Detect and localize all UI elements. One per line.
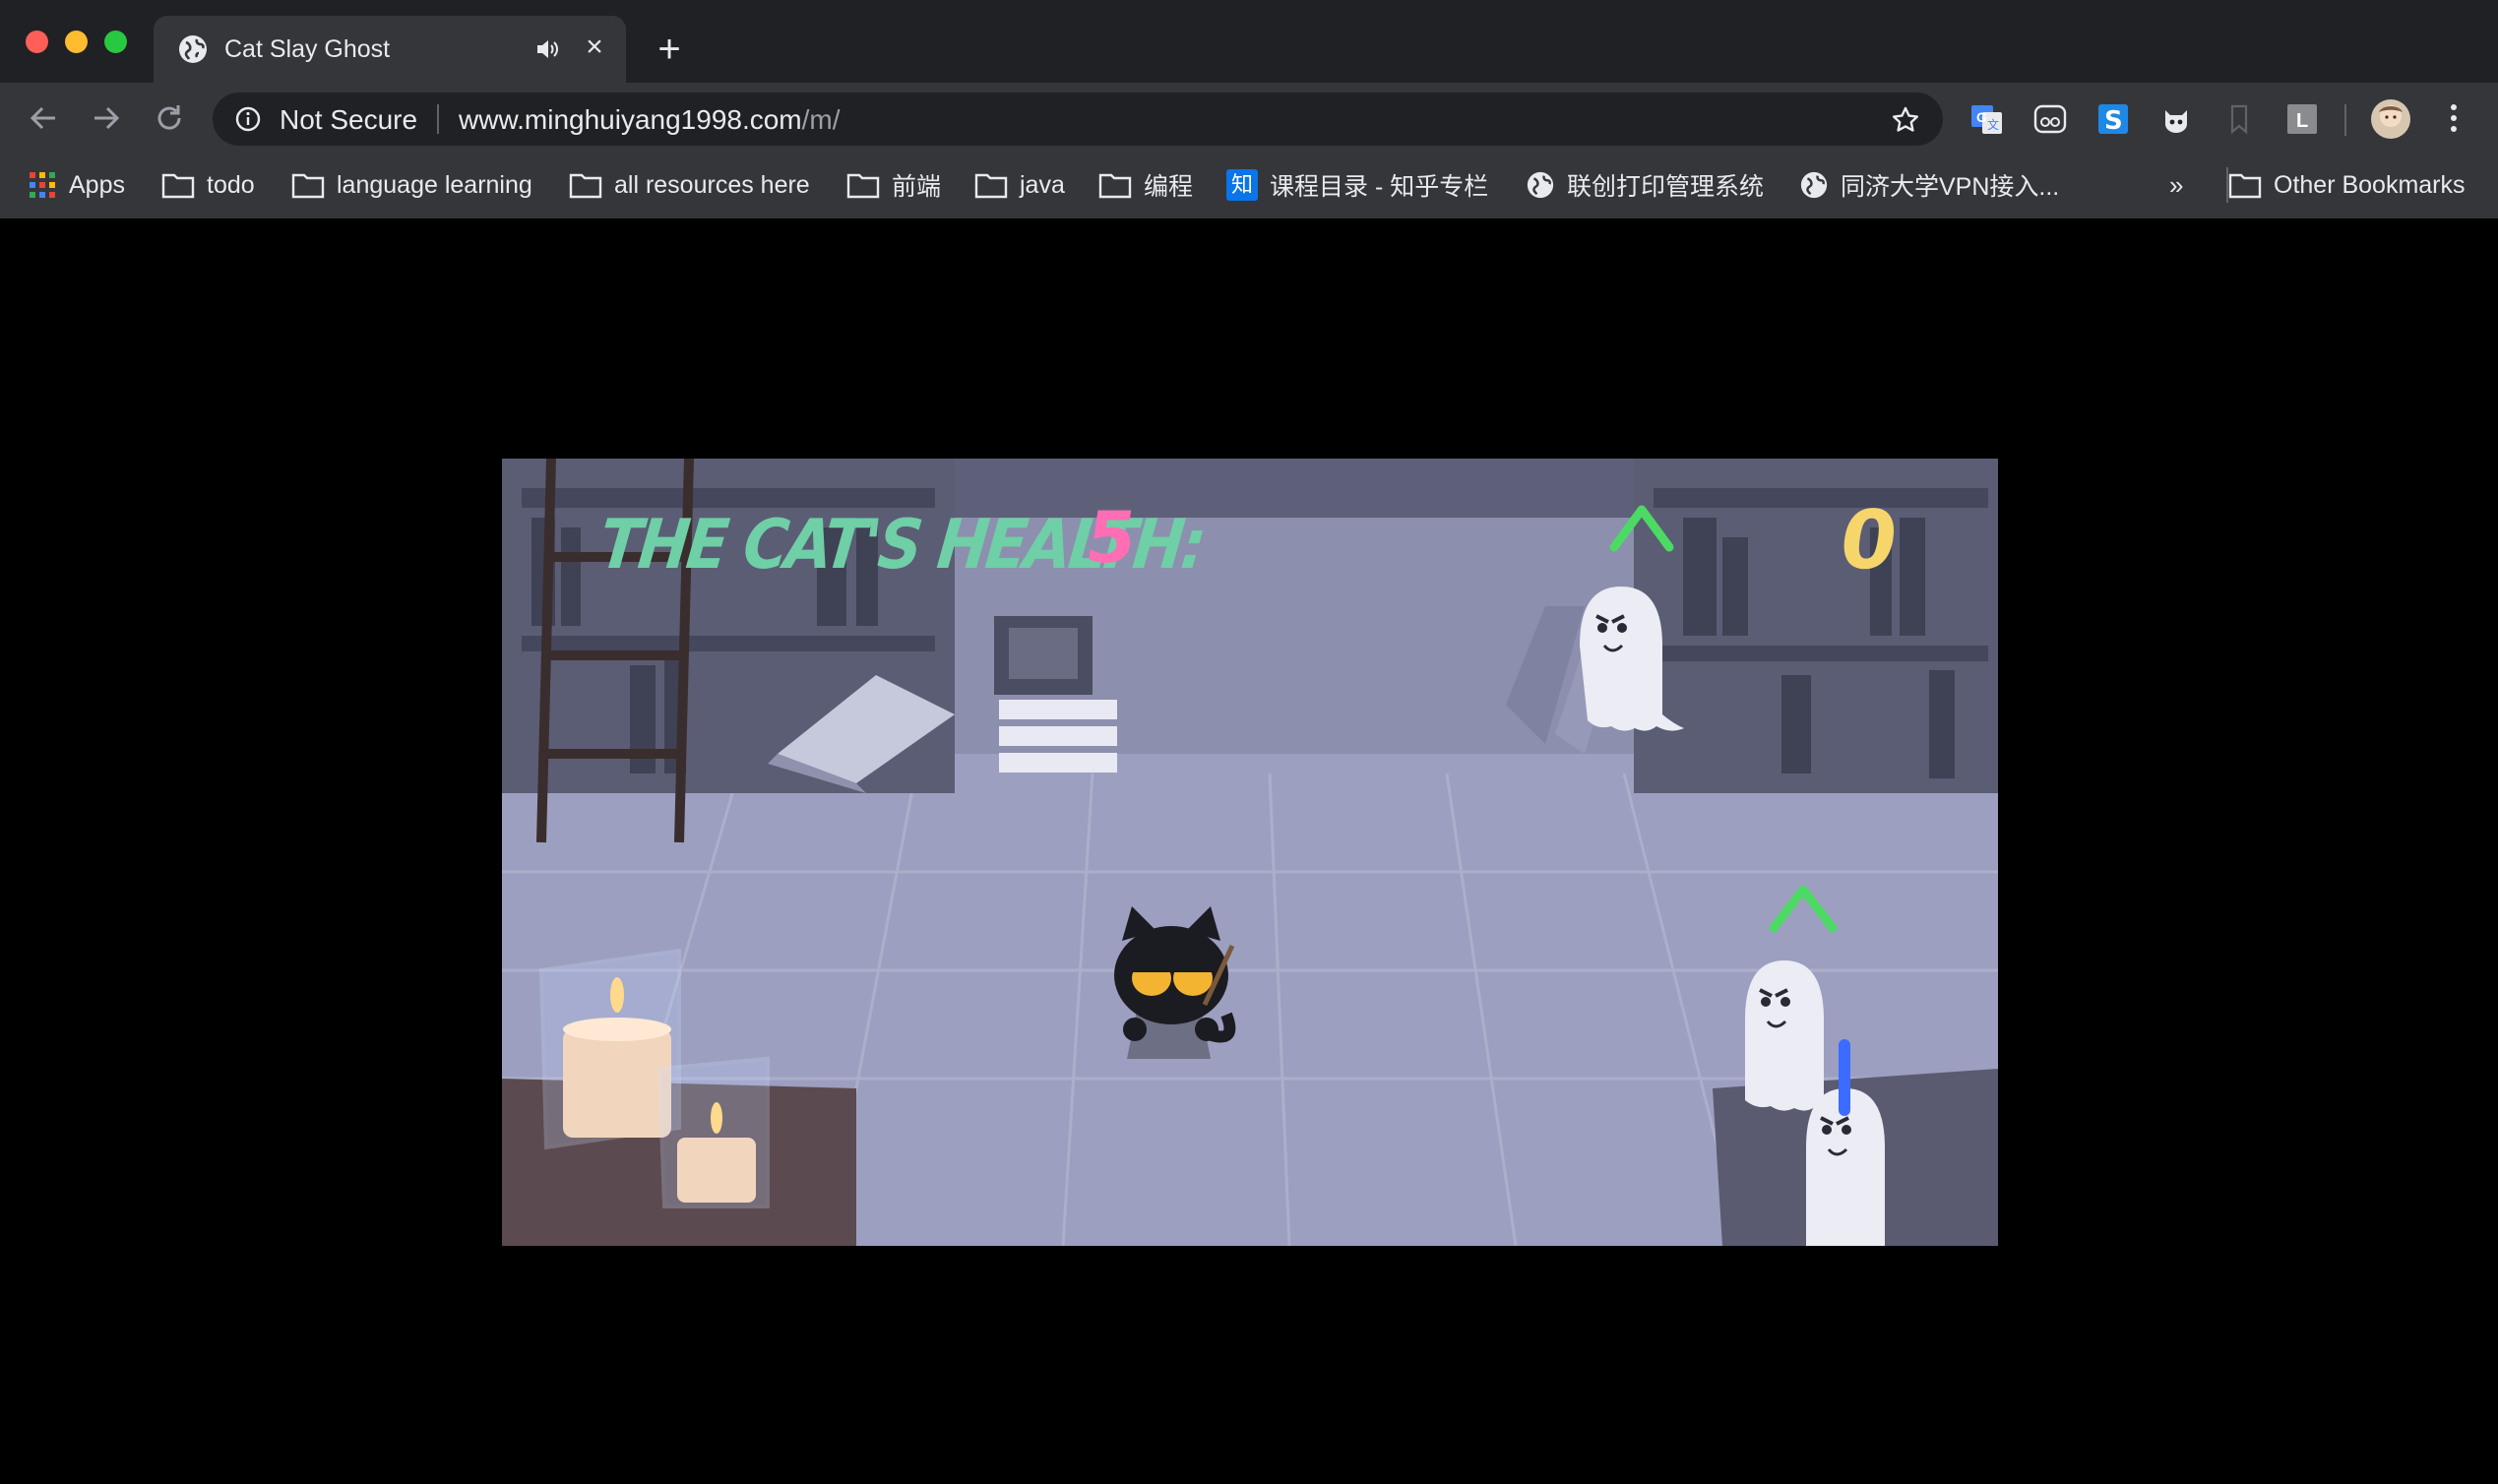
bookmark-folder-programming[interactable]: 编程	[1098, 165, 1193, 205]
eyes-icon[interactable]	[2033, 102, 2067, 136]
bookmark-label: all resources here	[614, 170, 810, 199]
maximize-window-button[interactable]	[104, 31, 127, 53]
url-host: www.minghuiyang1998.com	[459, 104, 802, 135]
svg-text:S: S	[2104, 106, 2123, 136]
google-translate-icon[interactable]: G 文	[1970, 102, 2004, 136]
s-icon[interactable]: S	[2096, 102, 2130, 136]
bookmark-print-system[interactable]: 联创打印管理系统	[1526, 165, 1764, 205]
folder-icon	[1098, 173, 1132, 199]
game-canvas[interactable]: THE CAT'S HEALTH: 5 0	[502, 459, 1998, 1246]
bookmark-label: language learning	[337, 170, 532, 199]
bookmark-folder-todo[interactable]: todo	[161, 165, 255, 205]
tab-close-icon[interactable]: ×	[579, 31, 610, 63]
bookmark-apps[interactable]: Apps	[28, 165, 125, 205]
bookmark-label: 前端	[892, 173, 942, 201]
close-window-button[interactable]	[26, 31, 48, 53]
address-bar[interactable]: Not Secure www.minghuiyang1998.com/m/	[213, 93, 1943, 146]
folder-icon	[974, 173, 1008, 199]
bookmark-label: 课程目录 - 知乎专栏	[1270, 173, 1489, 201]
bookmark-folder-language-learning[interactable]: language learning	[291, 165, 532, 205]
bookmark-label: todo	[207, 170, 255, 199]
bookmark-label: 联创打印管理系统	[1567, 173, 1765, 201]
avatar[interactable]	[2370, 98, 2411, 140]
address-separator	[437, 104, 439, 134]
bookmark-folder-frontend[interactable]: 前端	[846, 165, 941, 205]
folder-icon	[161, 173, 195, 199]
more-menu-icon[interactable]	[2439, 100, 2468, 136]
globe-icon	[1527, 171, 1554, 199]
bookmark-label: java	[1020, 170, 1065, 199]
svg-text:L: L	[2296, 110, 2308, 132]
bookmark-folder-all-resources[interactable]: all resources here	[569, 165, 810, 205]
bookmark-star-icon[interactable]	[1890, 104, 1921, 136]
info-icon[interactable]	[234, 105, 262, 133]
folder-icon	[291, 173, 325, 199]
bookmark-tongji-vpn[interactable]: 同济大学VPN接入...	[1799, 165, 2059, 205]
bookmark-label: Other Bookmarks	[2274, 170, 2466, 199]
bookmark-folder-java[interactable]: java	[974, 165, 1065, 205]
svg-text:文: 文	[1987, 117, 1999, 132]
chevron-double-right-icon: »	[2169, 169, 2184, 200]
apps-grid-icon	[30, 172, 55, 198]
security-status[interactable]: Not Secure	[280, 104, 417, 136]
bookmark-zhihu-course[interactable]: 知 课程目录 - 知乎专栏	[1226, 165, 1488, 205]
toolbar-separator	[2344, 104, 2346, 136]
back-arrow-icon[interactable]	[24, 98, 63, 138]
url-text[interactable]: www.minghuiyang1998.com/m/	[459, 104, 841, 136]
bookmark-label: 同济大学VPN接入...	[1841, 173, 2060, 201]
l-icon[interactable]: L	[2285, 102, 2319, 136]
folder-icon	[846, 173, 880, 199]
browser-chrome: Cat Slay Ghost × + Not Secure www.minghu…	[0, 0, 2498, 218]
globe-icon	[1800, 171, 1828, 199]
folder-icon	[2228, 173, 2262, 199]
tab-active[interactable]: Cat Slay Ghost ×	[154, 16, 626, 83]
title-bar: Cat Slay Ghost × +	[0, 0, 2498, 83]
minimize-window-button[interactable]	[65, 31, 88, 53]
bookmark-icon[interactable]	[2222, 102, 2256, 136]
folder-icon	[569, 173, 602, 199]
svg-text:G: G	[1976, 109, 1987, 125]
bookmark-label: 编程	[1144, 173, 1194, 201]
zhihu-icon: 知	[1226, 169, 1258, 201]
tab-title: Cat Slay Ghost	[224, 35, 391, 63]
bookmarks-bar: Apps todo language learning all resource…	[0, 154, 2498, 218]
url-path: /m/	[801, 104, 841, 135]
cat-player	[1114, 906, 1236, 1059]
globe-icon	[179, 35, 207, 63]
bookmarks-overflow-button[interactable]: »	[2169, 165, 2183, 205]
bookmark-other[interactable]: Other Bookmarks	[2228, 165, 2466, 205]
bookmark-label: Apps	[69, 170, 125, 199]
navigation-toolbar: Not Secure www.minghuiyang1998.com/m/ G …	[0, 83, 2498, 154]
forward-arrow-icon[interactable]	[87, 98, 126, 138]
speaker-icon[interactable]	[533, 35, 561, 63]
new-tab-button[interactable]: +	[650, 30, 689, 69]
reload-icon[interactable]	[150, 98, 189, 138]
page-viewport: THE CAT'S HEALTH: 5 0	[0, 218, 2498, 1484]
cat-icon[interactable]	[2159, 102, 2193, 136]
